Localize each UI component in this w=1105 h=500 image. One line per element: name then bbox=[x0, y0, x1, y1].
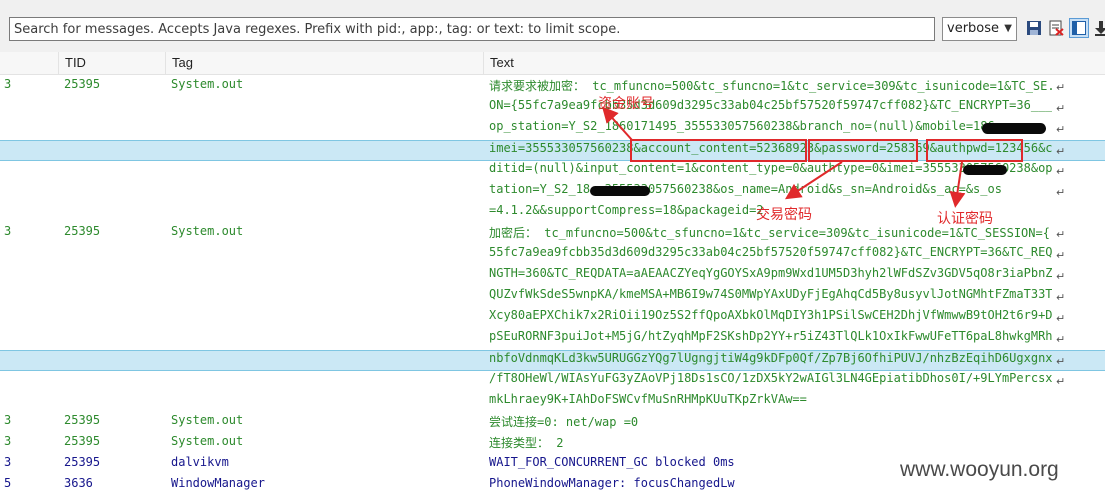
annotation-arrows bbox=[601, 106, 966, 208]
watermark: www.wooyun.org bbox=[900, 458, 1059, 481]
trade-password-annotation: 交易密码 bbox=[756, 207, 812, 223]
account-annotation: 资金账号 bbox=[598, 96, 654, 112]
auth-password-annotation: 认证密码 bbox=[937, 211, 993, 227]
